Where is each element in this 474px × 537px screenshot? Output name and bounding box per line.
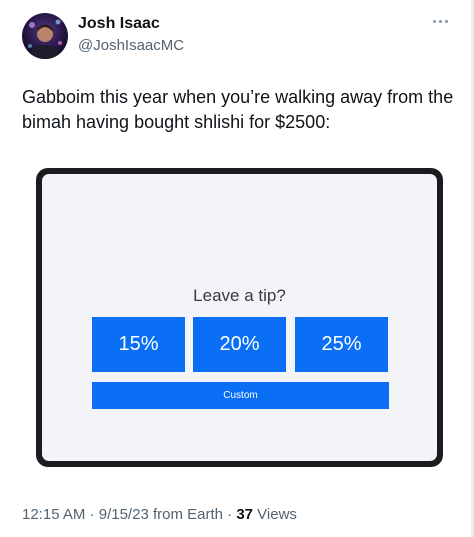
tip-15-button[interactable]: 15%	[92, 317, 185, 372]
meta-separator: ·	[89, 506, 95, 523]
tip-screen: Leave a tip? 15% 20% 25% Custom	[42, 174, 437, 461]
tip-prompt: Leave a tip?	[193, 286, 286, 305]
more-dot	[439, 19, 442, 23]
more-horizontal-icon[interactable]	[433, 17, 453, 25]
views-count: 37	[236, 506, 253, 523]
custom-tip-button[interactable]: Custom	[92, 382, 389, 409]
tweet-time[interactable]: 12:15 AM	[22, 506, 85, 523]
tweet-meta: 12:15 AM · 9/15/23 from Earth · 37 Views	[22, 506, 297, 523]
avatar-photo	[22, 13, 68, 59]
tip-25-button[interactable]: 25%	[295, 317, 388, 372]
more-dot	[445, 19, 448, 23]
avatar[interactable]	[22, 13, 68, 59]
tweet-text: Gabboim this year when you’re walking aw…	[22, 87, 454, 132]
author-handle[interactable]: @JoshIsaacMC	[78, 37, 184, 54]
meta-separator: ·	[227, 506, 233, 523]
tweet-date-source[interactable]: 9/15/23 from Earth	[99, 506, 223, 523]
more-dot	[433, 19, 436, 23]
media-image[interactable]: Leave a tip? 15% 20% 25% Custom	[36, 168, 443, 467]
views-label: Views	[257, 506, 297, 523]
tip-20-button[interactable]: 20%	[193, 317, 286, 372]
author-name[interactable]: Josh Isaac	[78, 15, 160, 33]
